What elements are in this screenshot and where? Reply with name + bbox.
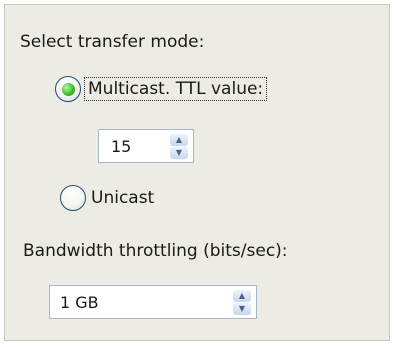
ttl-spinner[interactable]: 15 ▲ ▼ <box>98 129 194 163</box>
spin-down-icon[interactable]: ▼ <box>233 302 251 315</box>
unicast-label: Unicast <box>91 188 155 208</box>
transfer-mode-label: Select transfer mode: <box>20 32 205 52</box>
radio-selected-dot <box>61 82 75 96</box>
multicast-label: Multicast. TTL value: <box>83 77 268 101</box>
spin-down-icon[interactable]: ▼ <box>170 146 188 159</box>
bandwidth-spinner[interactable]: 1 GB ▲ ▼ <box>49 285 257 319</box>
multicast-radio-row[interactable]: Multicast. TTL value: <box>55 76 268 102</box>
unicast-radio[interactable] <box>60 185 86 211</box>
unicast-radio-row[interactable]: Unicast <box>60 185 154 211</box>
bandwidth-spin-buttons: ▲ ▼ <box>231 286 253 318</box>
ttl-value[interactable]: 15 <box>99 130 168 162</box>
spin-up-icon[interactable]: ▲ <box>170 133 188 146</box>
bandwidth-label: Bandwidth throttling (bits/sec): <box>23 241 288 261</box>
bandwidth-value[interactable]: 1 GB <box>50 286 231 318</box>
transfer-settings-panel: Select transfer mode: Multicast. TTL val… <box>4 4 390 341</box>
multicast-radio[interactable] <box>55 76 81 102</box>
ttl-spin-buttons: ▲ ▼ <box>168 130 190 162</box>
spin-up-icon[interactable]: ▲ <box>233 289 251 302</box>
